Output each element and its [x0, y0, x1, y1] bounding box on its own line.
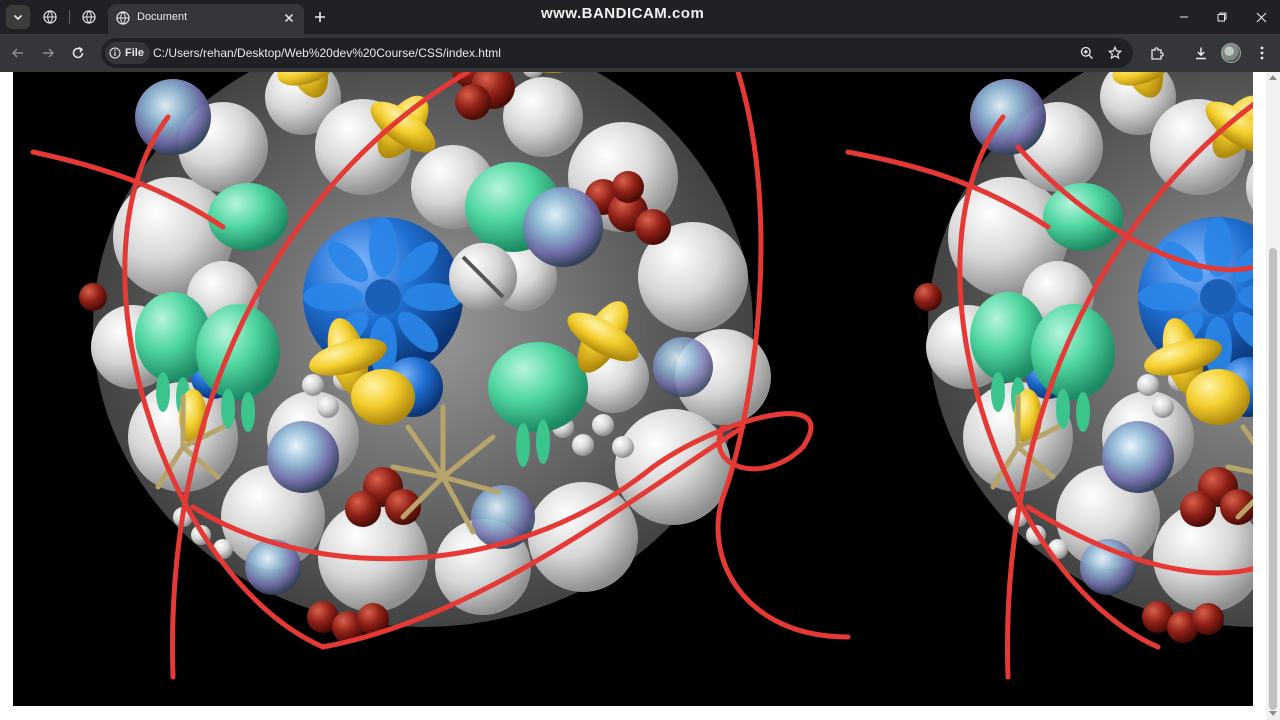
globe-icon — [43, 10, 57, 24]
minimize-icon — [1180, 16, 1188, 18]
zoom-in-icon — [1080, 46, 1093, 59]
more-vertical-icon — [1260, 46, 1264, 60]
tab-separator — [69, 10, 70, 24]
reload-button[interactable] — [66, 41, 90, 65]
tab-close-button[interactable] — [280, 9, 298, 27]
extensions-button[interactable] — [1145, 41, 1169, 65]
vertical-scrollbar[interactable] — [1266, 72, 1280, 720]
page-content — [13, 72, 1253, 706]
profile-button[interactable] — [1219, 41, 1243, 65]
browser-toolbar: File C:/Users/rehan/Desktop/Web%20dev%20… — [0, 34, 1280, 72]
info-icon — [109, 47, 121, 59]
page-viewport — [0, 72, 1280, 720]
close-icon — [1256, 12, 1266, 22]
address-bar[interactable]: File C:/Users/rehan/Desktop/Web%20dev%20… — [101, 38, 1133, 68]
arrow-right-icon — [43, 48, 55, 58]
avatar — [1221, 43, 1241, 63]
scroll-down-arrow[interactable] — [1269, 711, 1277, 716]
globe-icon — [116, 11, 130, 30]
restore-button[interactable] — [1209, 5, 1235, 29]
tab-search-button[interactable] — [6, 5, 30, 29]
bookmark-button[interactable] — [1105, 43, 1125, 63]
site-chip-label: File — [125, 47, 144, 59]
downloads-button[interactable] — [1189, 41, 1213, 65]
star-icon — [1108, 46, 1122, 60]
globe-icon — [82, 10, 96, 24]
zoom-button[interactable] — [1077, 43, 1097, 63]
minimize-button[interactable] — [1171, 5, 1197, 29]
back-button[interactable] — [6, 41, 30, 65]
recording-watermark: www.BANDICAM.com — [541, 5, 705, 22]
chevron-down-icon — [13, 14, 23, 21]
tab-title: Document — [137, 11, 188, 23]
browser-menu-button[interactable] — [1250, 41, 1274, 65]
site-info-chip[interactable]: File — [105, 42, 150, 64]
restore-icon — [1217, 12, 1227, 22]
sculpture-art-image — [30, 72, 851, 680]
new-tab-button[interactable] — [308, 5, 332, 29]
puzzle-icon — [1151, 47, 1164, 60]
plus-icon — [315, 12, 325, 22]
forward-button[interactable] — [36, 41, 60, 65]
active-tab[interactable]: Document — [108, 4, 304, 34]
scroll-up-arrow[interactable] — [1269, 75, 1277, 80]
pinned-tab[interactable] — [38, 5, 62, 29]
image-row — [30, 72, 1253, 680]
pinned-tab[interactable] — [77, 5, 101, 29]
sculpture-art-image — [845, 72, 1253, 680]
scroll-thumb[interactable] — [1269, 248, 1277, 710]
url-text[interactable]: C:/Users/rehan/Desktop/Web%20dev%20Cours… — [153, 46, 501, 60]
tab-strip: Document www.BANDICAM.com — [0, 0, 1280, 34]
arrow-left-icon — [11, 48, 23, 58]
reload-icon — [72, 46, 84, 59]
download-icon — [1196, 47, 1206, 60]
window-close-button[interactable] — [1248, 5, 1274, 29]
close-icon — [284, 13, 294, 23]
